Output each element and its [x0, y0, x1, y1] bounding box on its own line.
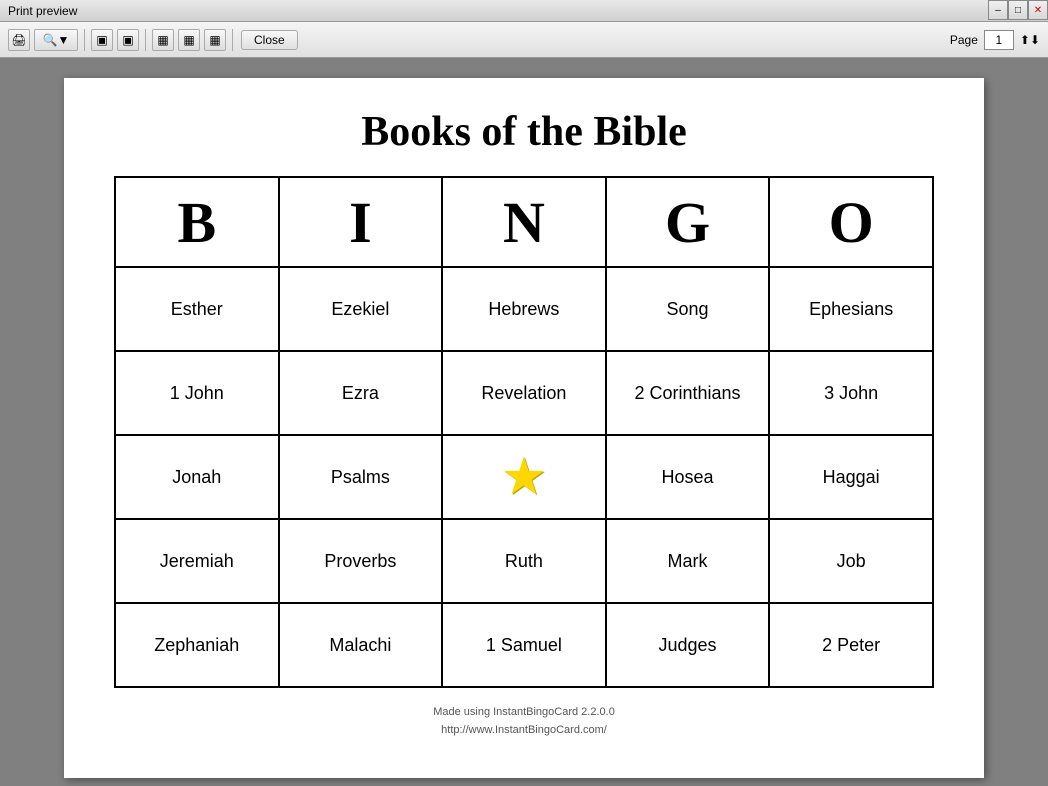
toolbar: 🖨 🔍▼ ▣ ▣ ▦ ▦ ▦ Close Page ⬆⬇: [0, 22, 1048, 58]
table-row: Jonah Psalms ★ Hosea Haggai: [115, 435, 933, 519]
page-icon-2[interactable]: ▣: [117, 29, 139, 51]
cell-r2c4: 2 Corinthians: [606, 351, 770, 435]
bingo-g: G: [606, 177, 770, 267]
close-window-button[interactable]: ✕: [1028, 0, 1048, 20]
content-area: Books of the Bible B I N G O Esther Ezek…: [0, 58, 1048, 786]
table-row: Jeremiah Proverbs Ruth Mark Job: [115, 519, 933, 603]
cell-r5c1: Zephaniah: [115, 603, 279, 687]
cell-r2c3: Revelation: [442, 351, 606, 435]
separator-1: [84, 29, 85, 51]
footer-line1: Made using InstantBingoCard 2.2.0.0: [433, 704, 615, 722]
cell-r1c5: Ephesians: [769, 267, 933, 351]
bingo-n: N: [442, 177, 606, 267]
separator-3: [232, 29, 233, 51]
zoom-icon[interactable]: 🔍▼: [34, 29, 78, 51]
bingo-b: B: [115, 177, 279, 267]
cell-r3c5: Haggai: [769, 435, 933, 519]
cell-r4c5: Job: [769, 519, 933, 603]
card-title: Books of the Bible: [361, 108, 687, 156]
maximize-button[interactable]: □: [1008, 0, 1028, 20]
page-text: Page: [950, 33, 978, 47]
cell-r3c2: Psalms: [279, 435, 443, 519]
bingo-header-row: B I N G O: [115, 177, 933, 267]
table-row: Esther Ezekiel Hebrews Song Ephesians: [115, 267, 933, 351]
table-row: 1 John Ezra Revelation 2 Corinthians 3 J…: [115, 351, 933, 435]
cell-r3c4: Hosea: [606, 435, 770, 519]
cell-r1c2: Ezekiel: [279, 267, 443, 351]
bingo-table: B I N G O Esther Ezekiel Hebrews Song Ep…: [114, 176, 934, 688]
title-bar: Print preview – □ ✕: [0, 0, 1048, 22]
window-title: Print preview: [8, 4, 77, 18]
cell-r4c4: Mark: [606, 519, 770, 603]
cell-r4c1: Jeremiah: [115, 519, 279, 603]
minimize-button[interactable]: –: [988, 0, 1008, 20]
page-number-input[interactable]: [984, 30, 1014, 50]
cell-r4c2: Proverbs: [279, 519, 443, 603]
cell-r5c3: 1 Samuel: [442, 603, 606, 687]
cell-r1c1: Esther: [115, 267, 279, 351]
cell-r5c2: Malachi: [279, 603, 443, 687]
cell-r5c4: Judges: [606, 603, 770, 687]
page-icon-1[interactable]: ▣: [91, 29, 113, 51]
cell-r1c4: Song: [606, 267, 770, 351]
cell-r2c1: 1 John: [115, 351, 279, 435]
cell-r2c2: Ezra: [279, 351, 443, 435]
layout-icon-3[interactable]: ▦: [204, 29, 226, 51]
close-preview-button[interactable]: Close: [241, 30, 298, 50]
page-indicator: Page ⬆⬇: [950, 30, 1040, 50]
star-icon: ★: [501, 451, 548, 503]
cell-r2c5: 3 John: [769, 351, 933, 435]
cell-r1c3: Hebrews: [442, 267, 606, 351]
layout-icon-1[interactable]: ▦: [152, 29, 174, 51]
layout-icon-2[interactable]: ▦: [178, 29, 200, 51]
cell-r3c1: Jonah: [115, 435, 279, 519]
footer: Made using InstantBingoCard 2.2.0.0 http…: [433, 704, 615, 739]
footer-line2: http://www.InstantBingoCard.com/: [433, 722, 615, 740]
separator-2: [145, 29, 146, 51]
table-row: Zephaniah Malachi 1 Samuel Judges 2 Pete…: [115, 603, 933, 687]
free-space-cell: ★: [442, 435, 606, 519]
window-controls: – □ ✕: [988, 0, 1048, 20]
cell-r4c3: Ruth: [442, 519, 606, 603]
bingo-o: O: [769, 177, 933, 267]
cell-r5c5: 2 Peter: [769, 603, 933, 687]
bingo-i: I: [279, 177, 443, 267]
page-arrows[interactable]: ⬆⬇: [1020, 33, 1040, 47]
print-icon[interactable]: 🖨: [8, 29, 30, 51]
paper: Books of the Bible B I N G O Esther Ezek…: [64, 78, 984, 778]
